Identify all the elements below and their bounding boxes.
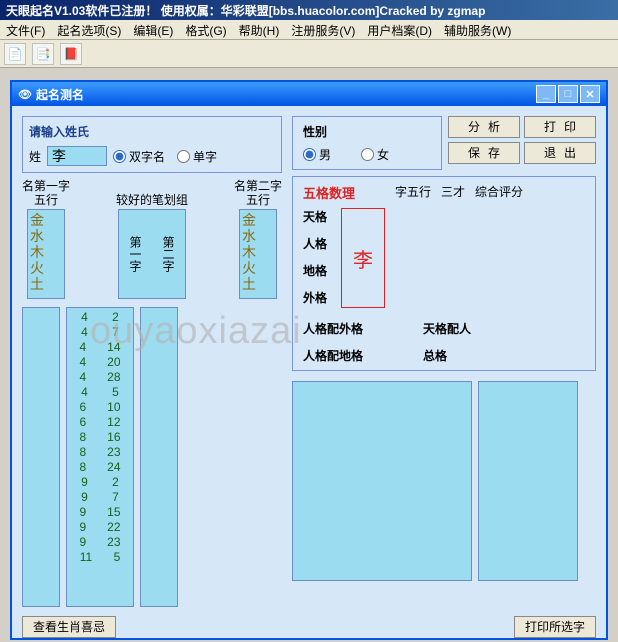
col2-label-b: 五行 <box>246 193 270 207</box>
stroke-pair-row[interactable]: 612 <box>69 415 131 430</box>
toolbar-btn-3[interactable]: 📕 <box>60 43 82 65</box>
col2-label-a: 名第二字 <box>234 179 282 193</box>
radio-female[interactable]: 女 <box>361 146 389 163</box>
analyze-button[interactable]: 分析 <box>448 116 520 138</box>
label-zongge: 总格 <box>423 347 447 364</box>
menu-aux[interactable]: 辅助服务(W) <box>444 22 511 37</box>
label-waige: 外格 <box>303 289 327 306</box>
menu-file[interactable]: 文件(F) <box>6 22 45 37</box>
gender-label: 性别 <box>303 123 431 140</box>
result-box-right[interactable] <box>478 381 578 581</box>
stroke-group-label: 较好的笔划组 <box>116 193 188 207</box>
stroke-head-2: 第二字 <box>160 236 177 272</box>
stroke-pair-row[interactable]: 45 <box>69 385 131 400</box>
tab-score[interactable]: 综合评分 <box>475 183 523 200</box>
save-button[interactable]: 保存 <box>448 142 520 164</box>
maximize-button[interactable]: □ <box>558 85 578 103</box>
tab-sancai[interactable]: 三才 <box>441 183 465 200</box>
menu-register[interactable]: 注册服务(V) <box>291 22 355 37</box>
toolbar-btn-1[interactable]: 📄 <box>4 43 26 65</box>
stroke-pair-row[interactable]: 115 <box>69 550 131 565</box>
surname-input[interactable] <box>47 146 107 166</box>
menu-bar: 文件(F) 起名选项(S) 编辑(E) 格式(G) 帮助(H) 注册服务(V) … <box>0 20 618 40</box>
char-list-1[interactable] <box>22 307 60 607</box>
eye-icon: 👁 <box>18 88 32 101</box>
stroke-pair-row[interactable]: 915 <box>69 505 131 520</box>
stroke-pair-row[interactable]: 428 <box>69 370 131 385</box>
inner-window-title: 起名测名 <box>36 86 84 103</box>
stroke-pair-row[interactable]: 92 <box>69 475 131 490</box>
stroke-pair-list[interactable]: 4247414420428456106128168238249297915922… <box>66 307 134 607</box>
close-button[interactable]: ✕ <box>580 85 600 103</box>
gender-group: 性别 男 女 <box>292 116 442 170</box>
col1-label-b: 五行 <box>34 193 58 207</box>
zodiac-button[interactable]: 查看生肖喜忌 <box>22 616 116 638</box>
name-display: 李 <box>341 208 385 308</box>
menu-profile[interactable]: 用户档案(D) <box>367 22 432 37</box>
result-box-left[interactable] <box>292 381 472 581</box>
tab-ziwuxing[interactable]: 字五行 <box>395 183 431 200</box>
stroke-head-1: 第一字 <box>127 236 144 272</box>
exit-button[interactable]: 退出 <box>524 142 596 164</box>
label-tiange: 天格 <box>303 208 327 225</box>
minimize-button[interactable]: _ <box>536 85 556 103</box>
toolbar-btn-2[interactable]: 📑 <box>32 43 54 65</box>
col1-label-a: 名第一字 <box>22 179 70 193</box>
menu-format[interactable]: 格式(G) <box>185 22 226 37</box>
label-renge-waige: 人格配外格 <box>303 320 363 337</box>
char-list-2[interactable] <box>140 307 178 607</box>
surname-label: 姓 <box>29 148 41 165</box>
stroke-pair-row[interactable]: 923 <box>69 535 131 550</box>
surname-prompt: 请输入姓氏 <box>29 123 275 140</box>
label-renge-dige: 人格配地格 <box>303 347 363 364</box>
wuge-title: 五格数理 <box>303 183 355 202</box>
print-button[interactable]: 打印 <box>524 116 596 138</box>
stroke-pair-row[interactable]: 816 <box>69 430 131 445</box>
stroke-pair-row[interactable]: 42 <box>69 310 131 325</box>
stroke-pair-row[interactable]: 414 <box>69 340 131 355</box>
wuxing-list-1[interactable]: 金 水 木 火 土 <box>27 209 65 299</box>
stroke-pair-row[interactable]: 824 <box>69 460 131 475</box>
label-renge: 人格 <box>303 235 327 252</box>
print-selected-button[interactable]: 打印所选字 <box>514 616 596 638</box>
stroke-header-box: 第一字 第二字 <box>118 209 186 299</box>
stroke-pair-row[interactable]: 823 <box>69 445 131 460</box>
app-title: 天眼起名V1.03软件已注册！ 使用权属：华彩联盟[bbs.huacolor.c… <box>6 4 485 18</box>
toolbar: 📄 📑 📕 <box>0 40 618 68</box>
radio-single-name[interactable]: 单字 <box>177 148 217 165</box>
radio-double-name[interactable]: 双字名 <box>113 148 165 165</box>
menu-options[interactable]: 起名选项(S) <box>57 22 121 37</box>
radio-male[interactable]: 男 <box>303 146 331 163</box>
label-tiange-ren: 天格配人 <box>423 320 471 337</box>
stroke-pair-row[interactable]: 420 <box>69 355 131 370</box>
stroke-pair-row[interactable]: 922 <box>69 520 131 535</box>
wuxing-list-2[interactable]: 金 水 木 火 土 <box>239 209 277 299</box>
menu-edit[interactable]: 编辑(E) <box>133 22 173 37</box>
menu-help[interactable]: 帮助(H) <box>239 22 280 37</box>
wuge-group: 五格数理 字五行 三才 综合评分 天格 人格 地格 外格 李 <box>292 176 596 371</box>
stroke-pair-row[interactable]: 97 <box>69 490 131 505</box>
label-dige: 地格 <box>303 262 327 279</box>
stroke-pair-row[interactable]: 610 <box>69 400 131 415</box>
stroke-pair-row[interactable]: 47 <box>69 325 131 340</box>
surname-group: 请输入姓氏 姓 双字名 单字 <box>22 116 282 173</box>
inner-window: 👁 起名测名 _ □ ✕ 请输入姓氏 姓 双字名 单字 <box>10 80 608 640</box>
